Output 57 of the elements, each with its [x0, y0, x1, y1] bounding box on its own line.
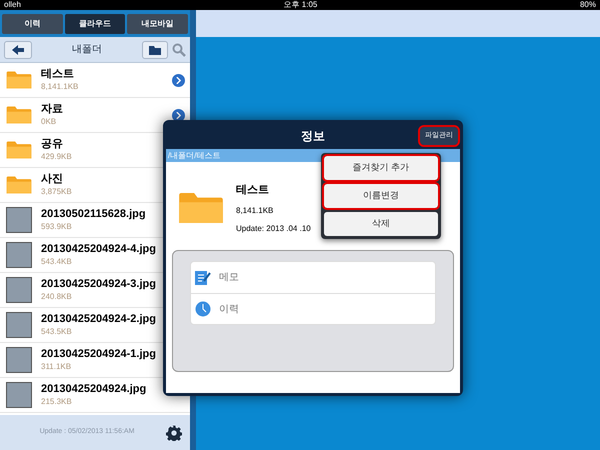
file-size: 215.3KB — [41, 396, 73, 407]
file-name: 20130425204924-2.jpg — [41, 313, 157, 327]
file-size: 240.8KB — [41, 292, 73, 302]
file-size: 311.1KB — [41, 362, 72, 372]
file-name: 20130425204924.jpg — [41, 383, 148, 397]
option-label: 메모 — [219, 271, 239, 285]
clock-icon — [195, 301, 211, 317]
photo-placeholder — [6, 382, 32, 408]
file-size: 543.5KB — [41, 326, 73, 337]
file-name: 20130502115628.jpg — [41, 208, 147, 222]
menu-item[interactable]: 삭제 — [324, 212, 438, 236]
note-pencil-icon — [195, 270, 211, 286]
tab[interactable]: 내모바일 — [127, 14, 188, 34]
file-name: 공유 — [41, 138, 64, 152]
photo-placeholder — [6, 242, 32, 268]
option-row[interactable]: 이력 — [191, 293, 435, 324]
carrier-label: olleh — [4, 1, 21, 9]
photo-placeholder — [6, 277, 32, 303]
file-row[interactable]: 테스트 8,141.1KB — [0, 63, 190, 98]
tab[interactable]: 클라우드 — [64, 14, 126, 34]
menu-item[interactable]: 즐겨찾기 추가 — [324, 156, 438, 180]
folder-title: 내폴더 — [71, 43, 103, 57]
file-name: 사진 — [41, 173, 64, 187]
file-size: 593.9KB — [41, 222, 73, 232]
folder-icon — [6, 175, 32, 195]
file-name: 20130425204924-3.jpg — [41, 278, 157, 292]
back-button[interactable] — [4, 40, 32, 58]
file-name: 자료 — [41, 103, 64, 117]
file-size: 543.4KB — [41, 256, 73, 267]
tab[interactable]: 이력 — [2, 14, 63, 34]
file-name: 20130425204924-4.jpg — [41, 243, 157, 257]
file-name: 테스트 — [41, 68, 75, 82]
folder-icon — [149, 44, 161, 54]
item-size: 8,141.1KB — [236, 204, 274, 216]
folder-icon — [6, 70, 32, 90]
battery-label: 80% — [580, 1, 596, 9]
folder-icon — [6, 140, 32, 160]
file-size: 8,141.1KB — [41, 82, 80, 92]
settings-icon[interactable] — [166, 424, 182, 440]
photo-placeholder — [6, 312, 32, 338]
file-size: 3,875KB — [41, 186, 73, 197]
file-size: 0KB — [41, 116, 58, 127]
option-label: 이력 — [219, 302, 239, 316]
chevron-icon[interactable] — [172, 108, 185, 122]
photo-placeholder — [6, 207, 32, 233]
photo-placeholder — [6, 347, 32, 373]
option-row[interactable]: 메모 — [191, 262, 435, 293]
item-name: 테스트 — [236, 183, 270, 198]
folder-icon — [178, 190, 224, 226]
back-arrow-icon — [12, 44, 24, 54]
folder-button[interactable] — [142, 40, 168, 58]
file-name: 20130425204924-1.jpg — [41, 348, 157, 362]
menu-item[interactable]: 이름변경 — [324, 184, 438, 208]
folder-icon — [6, 105, 32, 125]
item-updated: Update: 2013 .04 .10 — [236, 222, 311, 234]
dialog-title: 정보 — [301, 128, 325, 145]
clock: 오후 1:05 — [284, 1, 318, 9]
